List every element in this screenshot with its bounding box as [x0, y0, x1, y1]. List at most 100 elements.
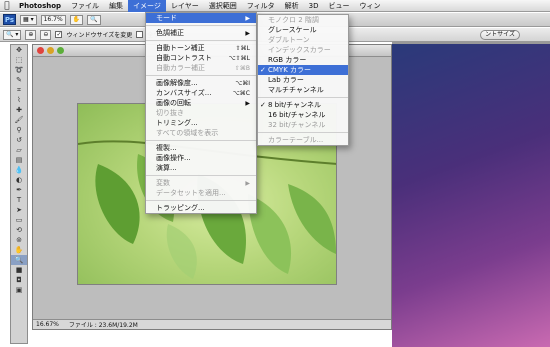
menu-analysis[interactable]: 解析	[280, 0, 304, 12]
gradient-tool-icon[interactable]: ▤	[11, 155, 27, 165]
menu-item-auto-tone[interactable]: 自動トーン補正 ⇧⌘L	[146, 43, 256, 53]
checkmark-icon: ✓	[260, 101, 266, 109]
crop-tool-icon[interactable]: ⌗	[11, 85, 27, 95]
mode-cmyk[interactable]: ✓ CMYK カラー	[258, 65, 348, 75]
all-windows-checkbox[interactable]	[136, 31, 144, 38]
image-menu-dropdown: モード ▶ 色調補正 ▶ 自動トーン補正 ⇧⌘L 自動コントラスト ⌥⇧⌘L 自動カラー…	[145, 12, 257, 214]
menu-item-trap[interactable]: トラッピング...	[146, 203, 256, 213]
healing-brush-tool-icon[interactable]: ✚	[11, 105, 27, 115]
menu-item-reveal-all[interactable]: すべての領域を表示	[146, 128, 256, 138]
menu-item-rotation[interactable]: 画像の回転 ▶	[146, 98, 256, 108]
quick-mask-icon[interactable]: ◘	[11, 275, 27, 285]
view-extras-button[interactable]: ▦ ▾	[20, 14, 37, 25]
menu-item-image-size[interactable]: 画像解像度... ⌥⌘I	[146, 78, 256, 88]
menu-item-apply-image[interactable]: 画像操作...	[146, 153, 256, 163]
close-window-icon[interactable]	[37, 47, 44, 54]
mode-bitmap[interactable]: モノクロ 2 階調	[258, 15, 348, 25]
mode-color-table[interactable]: カラーテーブル...	[258, 135, 348, 145]
resize-window-checkbox[interactable]: ✓	[55, 31, 63, 38]
menu-item-label: データセットを適用...	[156, 189, 226, 197]
menu-item-label: カラーテーブル...	[268, 136, 324, 144]
zoom-tool-button[interactable]: 🔍	[87, 14, 101, 25]
menu-file[interactable]: ファイル	[66, 0, 104, 12]
mode-32bit[interactable]: 32 bit/チャンネル	[258, 120, 348, 130]
move-tool-icon[interactable]: ✥	[11, 45, 27, 55]
menu-item-crop[interactable]: 切り抜き	[146, 108, 256, 118]
zoom-tool-icon[interactable]: 🔍	[11, 255, 27, 265]
menu-item-label: マルチチャンネル	[268, 86, 324, 94]
menu-item-label: モード	[156, 14, 177, 22]
menu-item-duplicate[interactable]: 複製...	[146, 143, 256, 153]
menu-item-apply-dataset[interactable]: データセットを適用...	[146, 188, 256, 198]
menu-item-variables[interactable]: 変数 ▶	[146, 178, 256, 188]
menu-item-label: 自動カラー補正	[156, 64, 205, 72]
menu-item-auto-contrast[interactable]: 自動コントラスト ⌥⇧⌘L	[146, 53, 256, 63]
menu-select[interactable]: 選択範囲	[204, 0, 242, 12]
menu-item-auto-color[interactable]: 自動カラー補正 ⇧⌘B	[146, 63, 256, 73]
menu-window[interactable]: ウィン	[354, 0, 385, 12]
print-size-button[interactable]: ントサイズ	[480, 29, 520, 40]
shape-tool-icon[interactable]: ▭	[11, 215, 27, 225]
hand-tool-button[interactable]: ✋	[69, 14, 84, 25]
menu-item-adjustments[interactable]: 色調補正 ▶	[146, 28, 256, 38]
menu-item-label: 色調補正	[156, 29, 184, 37]
menu-item-mode[interactable]: モード ▶	[146, 13, 256, 23]
mode-8bit[interactable]: ✓ 8 bit/チャンネル	[258, 100, 348, 110]
3d-rotate-tool-icon[interactable]: ⟲	[11, 225, 27, 235]
mode-lab[interactable]: Lab カラー	[258, 75, 348, 85]
screen-mode-icon[interactable]: ▣	[11, 285, 27, 295]
menu-filter[interactable]: フィルタ	[242, 0, 280, 12]
menu-item-label: 複製...	[156, 144, 177, 152]
menu-layer[interactable]: レイヤー	[166, 0, 204, 12]
quick-select-tool-icon[interactable]: ✎	[11, 75, 27, 85]
shortcut-label: ⌥⇧⌘L	[228, 54, 250, 62]
menu-item-canvas-size[interactable]: カンバスサイズ... ⌥⌘C	[146, 88, 256, 98]
submenu-arrow-icon: ▶	[245, 29, 250, 37]
clone-stamp-tool-icon[interactable]: ⚲	[11, 125, 27, 135]
document-zoom-value[interactable]: 16.67%	[36, 321, 59, 328]
menu-item-label: モノクロ 2 階調	[268, 16, 319, 24]
dodge-tool-icon[interactable]: ◐	[11, 175, 27, 185]
zoom-in-icon[interactable]: ⊕	[25, 29, 37, 40]
zoom-tool-preset-picker[interactable]: 🔍 ▾	[3, 29, 22, 40]
brush-tool-icon[interactable]: 🖌	[11, 115, 27, 125]
file-size-info[interactable]: ファイル : 23.6M/19.2M	[69, 320, 138, 329]
type-tool-icon[interactable]: T	[11, 195, 27, 205]
zoom-window-icon[interactable]	[57, 47, 64, 54]
menu-3d[interactable]: 3D	[304, 0, 324, 12]
menu-photoshop[interactable]: Photoshop	[14, 0, 66, 12]
menu-item-label: カンバスサイズ...	[156, 89, 212, 97]
blur-tool-icon[interactable]: 💧	[11, 165, 27, 175]
menu-item-calculations[interactable]: 演算...	[146, 163, 256, 173]
eyedropper-tool-icon[interactable]: ⌇	[11, 95, 27, 105]
color-swatches-icon[interactable]: ■	[11, 265, 27, 275]
path-select-tool-icon[interactable]: ➤	[11, 205, 27, 215]
menu-edit[interactable]: 編集	[104, 0, 128, 12]
mode-indexed[interactable]: インデックスカラー	[258, 45, 348, 55]
zoom-out-icon[interactable]: ⊖	[40, 29, 52, 40]
mode-rgb[interactable]: RGB カラー	[258, 55, 348, 65]
menu-item-label: ダブルトーン	[268, 36, 310, 44]
lasso-tool-icon[interactable]: ➰	[11, 65, 27, 75]
mode-16bit[interactable]: 16 bit/チャンネル	[258, 110, 348, 120]
hand-tool-icon[interactable]: ✋	[11, 245, 27, 255]
menu-item-label: 自動トーン補正	[156, 44, 205, 52]
menu-image[interactable]: イメージ	[128, 0, 166, 12]
eraser-tool-icon[interactable]: ▱	[11, 145, 27, 155]
menu-view[interactable]: ビュー	[323, 0, 354, 12]
minimize-window-icon[interactable]	[47, 47, 54, 54]
pen-tool-icon[interactable]: ✒	[11, 185, 27, 195]
mode-duotone[interactable]: ダブルトーン	[258, 35, 348, 45]
3d-camera-tool-icon[interactable]: ⊚	[11, 235, 27, 245]
menu-item-trim[interactable]: トリミング...	[146, 118, 256, 128]
history-brush-tool-icon[interactable]: ↺	[11, 135, 27, 145]
marquee-tool-icon[interactable]: ⬚	[11, 55, 27, 65]
mode-grayscale[interactable]: グレースケール	[258, 25, 348, 35]
zoom-level-select[interactable]: 16.7%	[40, 14, 66, 25]
menu-item-label: 画像操作...	[156, 154, 191, 162]
shortcut-label: ⇧⌘B	[234, 64, 250, 72]
apple-icon[interactable]: 	[0, 1, 14, 11]
tools-panel: ✥ ⬚ ➰ ✎ ⌗ ⌇ ✚ 🖌 ⚲ ↺ ▱ ▤ 💧 ◐ ✒ T ➤ ▭ ⟲ ⊚ …	[10, 44, 28, 344]
mode-multichannel[interactable]: マルチチャンネル	[258, 85, 348, 95]
menu-item-label: Lab カラー	[268, 76, 304, 84]
